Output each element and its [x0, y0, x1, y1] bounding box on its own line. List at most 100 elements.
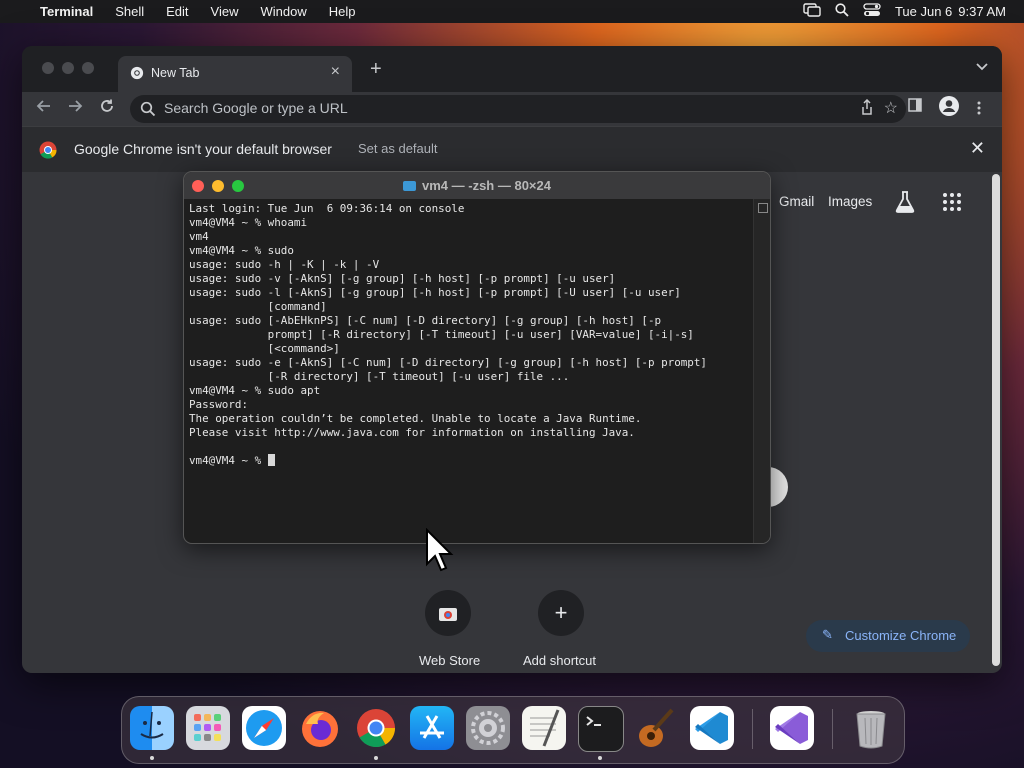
terminal-title: vm4 — -zsh — 80×24	[184, 178, 770, 193]
terminal-title-text: vm4 — -zsh — 80×24	[422, 178, 551, 193]
menu-help[interactable]: Help	[329, 4, 356, 19]
back-arrow-icon[interactable]	[36, 98, 52, 119]
folder-icon	[403, 181, 416, 191]
menu-date[interactable]: Tue Jun 6	[895, 4, 952, 19]
dock-vscode-icon[interactable]	[690, 706, 734, 750]
chrome-toolbar: Search Google or type a URL ☆	[22, 92, 1002, 126]
terminal-scroll-thumb[interactable]	[758, 203, 768, 213]
menu-edit[interactable]: Edit	[166, 4, 188, 19]
tab-strip: New Tab × +	[22, 46, 1002, 92]
zoom-window-button[interactable]	[82, 62, 94, 74]
dock-finder-icon[interactable]	[130, 706, 174, 750]
menu-window[interactable]: Window	[261, 4, 307, 19]
add-shortcut-label[interactable]: Add shortcut	[523, 653, 596, 668]
forward-arrow-icon[interactable]	[67, 98, 83, 119]
dock-terminal-icon[interactable]	[578, 706, 624, 752]
infobar-message: Google Chrome isn't your default browser	[74, 141, 332, 157]
profile-avatar-icon[interactable]	[938, 95, 960, 122]
screen-mirroring-icon[interactable]	[803, 3, 821, 20]
dock-launchpad-icon[interactable]	[186, 706, 230, 750]
terminal-output[interactable]: Last login: Tue Jun 6 09:36:14 on consol…	[189, 202, 749, 468]
close-window-button[interactable]	[42, 62, 54, 74]
terminal-line: usage: sudo -l [-AknS] [-g group] [-h ho…	[189, 286, 681, 299]
add-shortcut-button[interactable]: +	[538, 590, 584, 636]
omnibox-placeholder: Search Google or type a URL	[164, 100, 348, 116]
menu-view[interactable]: View	[211, 4, 239, 19]
terminal-line: vm4@VM4 ~ % sudo apt	[189, 384, 321, 397]
google-apps-grid-icon[interactable]	[942, 192, 962, 212]
dock-safari-icon[interactable]	[242, 706, 286, 750]
dock-app-store-icon[interactable]	[410, 706, 454, 750]
dock-textedit-icon[interactable]	[522, 706, 566, 750]
tab-new-tab[interactable]: New Tab ×	[118, 56, 352, 92]
terminal-titlebar[interactable]: vm4 — -zsh — 80×24	[184, 172, 770, 199]
tab-title: New Tab	[151, 66, 200, 80]
close-infobar-icon[interactable]: ✕	[970, 138, 985, 159]
dock-garageband-icon[interactable]	[634, 706, 678, 750]
terminal-scrollbar[interactable]	[753, 199, 770, 543]
terminal-line: prompt] [-R directory] [-T timeout] [-u …	[189, 328, 694, 341]
control-center-icon[interactable]	[863, 3, 881, 20]
tab-search-chevron-icon[interactable]	[976, 60, 988, 74]
page-scrollbar[interactable]	[992, 174, 1000, 666]
plus-icon: +	[554, 600, 568, 625]
default-browser-infobar: Google Chrome isn't your default browser…	[22, 126, 1002, 173]
terminal-line: Password:	[189, 398, 249, 411]
omnibox-search-input[interactable]: Search Google or type a URL ☆	[130, 95, 906, 123]
dock-separator	[752, 709, 753, 749]
gmail-link[interactable]: Gmail	[779, 194, 814, 209]
close-tab-icon[interactable]: ×	[331, 63, 340, 81]
dock-chrome-running-dot	[374, 756, 378, 760]
terminal-window[interactable]: vm4 — -zsh — 80×24 Last login: Tue Jun 6…	[183, 171, 771, 544]
chrome-favicon-icon	[130, 66, 144, 80]
dock-visual-studio-icon[interactable]	[770, 706, 814, 750]
menu-bar-status-area: Tue Jun 6 9:37 AM	[789, 0, 1006, 23]
menu-time[interactable]: 9:37 AM	[958, 4, 1006, 19]
web-store-icon	[439, 608, 457, 621]
terminal-line: usage: sudo -e [-AknS] [-C num] [-D dire…	[189, 356, 707, 369]
menu-shell[interactable]: Shell	[115, 4, 144, 19]
terminal-line: usage: sudo -v [-AknS] [-g group] [-h ho…	[189, 272, 616, 285]
terminal-line: vm4@VM4 ~ % whoami	[189, 216, 308, 229]
new-tab-button[interactable]: +	[370, 58, 382, 81]
chrome-menu-icon[interactable]	[977, 101, 981, 120]
terminal-line: vm4@VM4 ~ %	[189, 454, 749, 468]
dock-firefox-icon[interactable]	[298, 706, 342, 750]
dock-separator-2	[832, 709, 833, 749]
dock-trash-icon[interactable]	[849, 706, 893, 750]
search-icon	[140, 101, 156, 117]
set-as-default-button[interactable]: Set as default	[358, 141, 438, 156]
side-panel-icon[interactable]	[908, 98, 922, 117]
reload-icon[interactable]	[99, 98, 115, 119]
pencil-icon: ✎	[822, 627, 833, 642]
chrome-logo-icon	[39, 141, 57, 159]
minimize-window-button[interactable]	[62, 62, 74, 74]
menu-bar: Terminal Shell Edit View Window Help Tue…	[0, 0, 1024, 23]
customize-chrome-label: Customize Chrome	[845, 628, 957, 643]
terminal-line: usage: sudo [-AbEHknPS] [-C num] [-D dir…	[189, 314, 662, 327]
mouse-pointer-icon	[426, 528, 454, 572]
terminal-line: Please visit http://www.java.com for inf…	[189, 426, 635, 439]
share-icon[interactable]	[860, 98, 874, 118]
terminal-line: vm4	[189, 230, 209, 243]
labs-flask-icon[interactable]	[894, 190, 916, 214]
terminal-line: [-R directory] [-T timeout] [-u user] fi…	[189, 370, 570, 383]
web-store-shortcut[interactable]	[425, 590, 471, 636]
spotlight-search-icon[interactable]	[835, 3, 849, 20]
images-link[interactable]: Images	[828, 194, 872, 209]
terminal-line: [<command>]	[189, 342, 340, 355]
dock-chrome-icon[interactable]	[354, 706, 398, 750]
menu-app-terminal[interactable]: Terminal	[40, 4, 93, 19]
terminal-line: vm4@VM4 ~ % sudo	[189, 244, 294, 257]
bookmark-star-icon[interactable]: ☆	[884, 98, 898, 118]
terminal-line: Last login: Tue Jun 6 09:36:14 on consol…	[189, 202, 465, 215]
terminal-cursor	[267, 454, 275, 466]
web-store-label[interactable]: Web Store	[419, 653, 480, 668]
dock-terminal-running-dot	[598, 756, 602, 760]
terminal-line: [command]	[189, 300, 327, 313]
dock-system-settings-icon[interactable]	[466, 706, 510, 750]
terminal-line: The operation couldn’t be completed. Una…	[189, 412, 642, 425]
customize-chrome-button[interactable]: ✎ Customize Chrome	[806, 620, 970, 652]
terminal-line: usage: sudo -h | -K | -k | -V	[189, 258, 380, 271]
